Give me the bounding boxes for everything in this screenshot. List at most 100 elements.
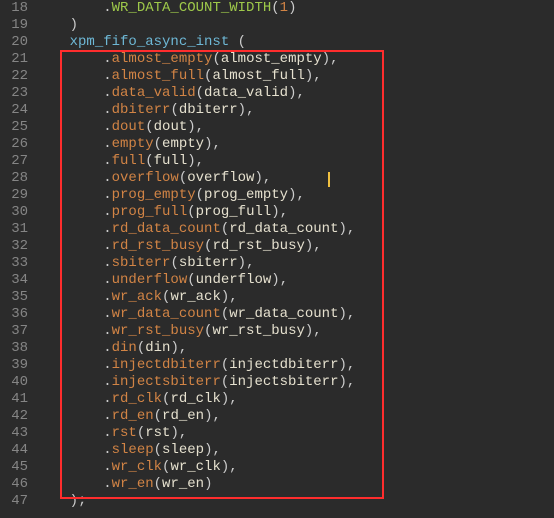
code-text[interactable]: xpm_fifo_async_inst ( <box>36 34 246 51</box>
code-token-plain <box>36 289 103 305</box>
gutter-line-number: 18 <box>0 0 36 17</box>
code-text[interactable]: .rd_en(rd_en), <box>36 408 221 425</box>
code-line[interactable]: 37 .wr_rst_busy(wr_rst_busy), <box>0 323 554 340</box>
code-token-punct: . <box>103 0 111 16</box>
code-line[interactable]: 40 .injectsbiterr(injectsbiterr), <box>0 374 554 391</box>
code-line[interactable]: 24 .dbiterr(dbiterr), <box>0 102 554 119</box>
code-line[interactable]: 33 .sbiterr(sbiterr), <box>0 255 554 272</box>
code-token-port: wr_clk <box>112 459 162 475</box>
code-token-sig: overflow <box>187 170 254 186</box>
code-token-port: rst <box>112 425 137 441</box>
code-token-port: almost_empty <box>112 51 213 67</box>
code-line[interactable]: 46 .wr_en(wr_en) <box>0 476 554 493</box>
code-text[interactable]: .wr_ack(wr_ack), <box>36 289 238 306</box>
code-text[interactable]: ) <box>36 17 78 34</box>
code-text[interactable]: .rd_rst_busy(rd_rst_busy), <box>36 238 322 255</box>
code-text[interactable]: .prog_empty(prog_empty), <box>36 187 305 204</box>
code-text[interactable]: .data_valid(data_valid), <box>36 85 305 102</box>
code-token-punct: ( <box>179 170 187 186</box>
code-text[interactable]: .almost_empty(almost_empty), <box>36 51 339 68</box>
code-token-punct: . <box>103 255 111 271</box>
code-text[interactable]: .overflow(overflow), <box>36 170 271 187</box>
code-line[interactable]: 47 ); <box>0 493 554 510</box>
code-line[interactable]: 44 .sleep(sleep), <box>0 442 554 459</box>
code-line[interactable]: 22 .almost_full(almost_full), <box>0 68 554 85</box>
code-line[interactable]: 34 .underflow(underflow), <box>0 272 554 289</box>
code-editor[interactable]: 18 .WR_DATA_COUNT_WIDTH(1)19 )20 xpm_fif… <box>0 0 554 510</box>
code-token-plain <box>36 221 103 237</box>
code-text[interactable]: .injectdbiterr(injectdbiterr), <box>36 357 355 374</box>
code-line[interactable]: 25 .dout(dout), <box>0 119 554 136</box>
code-line[interactable]: 30 .prog_full(prog_full), <box>0 204 554 221</box>
code-text[interactable]: .prog_full(prog_full), <box>36 204 288 221</box>
code-text[interactable]: .underflow(underflow), <box>36 272 288 289</box>
code-line[interactable]: 23 .data_valid(data_valid), <box>0 85 554 102</box>
code-text[interactable]: .rst(rst), <box>36 425 187 442</box>
code-token-punct: . <box>103 391 111 407</box>
code-text[interactable]: .WR_DATA_COUNT_WIDTH(1) <box>36 0 296 17</box>
code-token-punct: ( <box>221 357 229 373</box>
code-text[interactable]: .sleep(sleep), <box>36 442 221 459</box>
code-line[interactable]: 36 .wr_data_count(wr_data_count), <box>0 306 554 323</box>
code-line[interactable]: 38 .din(din), <box>0 340 554 357</box>
code-text[interactable]: .wr_rst_busy(wr_rst_busy), <box>36 323 322 340</box>
gutter-line-number: 33 <box>0 255 36 272</box>
code-line[interactable]: 35 .wr_ack(wr_ack), <box>0 289 554 306</box>
code-token-punct: . <box>103 170 111 186</box>
code-token-sig: underflow <box>196 272 272 288</box>
gutter-line-number: 42 <box>0 408 36 425</box>
code-line[interactable]: 45 .wr_clk(wr_clk), <box>0 459 554 476</box>
code-token-punct: ) <box>238 102 246 118</box>
code-text[interactable]: .full(full), <box>36 153 204 170</box>
code-line[interactable]: 39 .injectdbiterr(injectdbiterr), <box>0 357 554 374</box>
code-token-punct: . <box>103 51 111 67</box>
code-token-plain <box>36 238 103 254</box>
code-text[interactable]: .empty(empty), <box>36 136 221 153</box>
code-token-sig: full <box>154 153 188 169</box>
code-token-sig: wr_en <box>162 476 204 492</box>
code-text[interactable]: .rd_clk(rd_clk), <box>36 391 238 408</box>
code-token-punct: ( <box>196 187 204 203</box>
code-line[interactable]: 43 .rst(rst), <box>0 425 554 442</box>
code-line[interactable]: 42 .rd_en(rd_en), <box>0 408 554 425</box>
code-text[interactable]: .din(din), <box>36 340 187 357</box>
code-token-punct: ) <box>204 476 212 492</box>
code-token-punct: , <box>212 408 220 424</box>
code-line[interactable]: 41 .rd_clk(rd_clk), <box>0 391 554 408</box>
code-line[interactable]: 21 .almost_empty(almost_empty), <box>0 51 554 68</box>
code-line[interactable]: 32 .rd_rst_busy(rd_rst_busy), <box>0 238 554 255</box>
code-line[interactable]: 18 .WR_DATA_COUNT_WIDTH(1) <box>0 0 554 17</box>
code-token-punct: , <box>229 289 237 305</box>
code-token-punct: ( <box>154 408 162 424</box>
code-text[interactable]: .wr_en(wr_en) <box>36 476 212 493</box>
code-text[interactable]: .rd_data_count(rd_data_count), <box>36 221 355 238</box>
code-line[interactable]: 27 .full(full), <box>0 153 554 170</box>
code-text[interactable]: .almost_full(almost_full), <box>36 68 322 85</box>
code-text[interactable]: .injectsbiterr(injectsbiterr), <box>36 374 355 391</box>
code-text[interactable]: ); <box>36 493 86 510</box>
code-token-sig: injectsbiterr <box>229 374 338 390</box>
gutter-line-number: 19 <box>0 17 36 34</box>
code-token-plain <box>36 51 103 67</box>
gutter-line-number: 31 <box>0 221 36 238</box>
code-line[interactable]: 20 xpm_fifo_async_inst ( <box>0 34 554 51</box>
code-token-plain <box>36 425 103 441</box>
code-token-plain <box>36 85 103 101</box>
code-text[interactable]: .wr_data_count(wr_data_count), <box>36 306 355 323</box>
gutter-line-number: 39 <box>0 357 36 374</box>
code-line[interactable]: 26 .empty(empty), <box>0 136 554 153</box>
code-line[interactable]: 19 ) <box>0 17 554 34</box>
code-token-port: empty <box>112 136 154 152</box>
code-token-port: rd_en <box>112 408 154 424</box>
code-line[interactable]: 28 .overflow(overflow), <box>0 170 554 187</box>
code-line[interactable]: 31 .rd_data_count(rd_data_count), <box>0 221 554 238</box>
code-line[interactable]: 29 .prog_empty(prog_empty), <box>0 187 554 204</box>
code-text[interactable]: .wr_clk(wr_clk), <box>36 459 238 476</box>
code-text[interactable]: .dbiterr(dbiterr), <box>36 102 254 119</box>
code-text[interactable]: .dout(dout), <box>36 119 204 136</box>
code-token-punct: ( <box>170 255 178 271</box>
code-token-sig: wr_data_count <box>229 306 338 322</box>
code-text[interactable]: .sbiterr(sbiterr), <box>36 255 254 272</box>
code-token-num: 1 <box>280 0 288 16</box>
code-token-plain <box>36 136 103 152</box>
